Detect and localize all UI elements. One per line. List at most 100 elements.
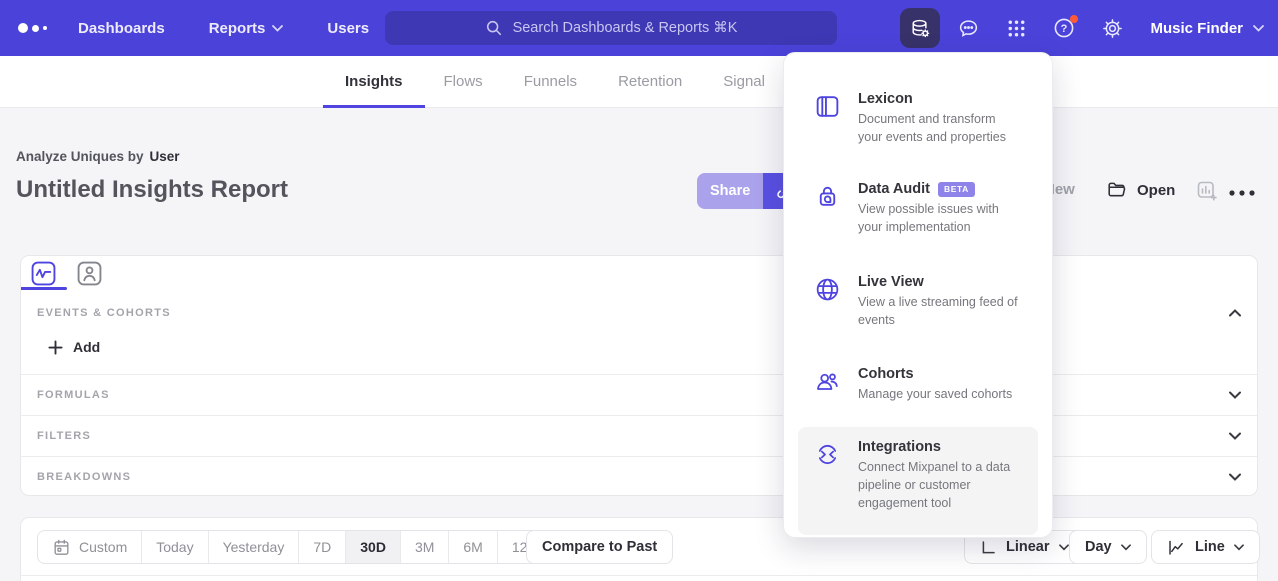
nav-reports[interactable]: Reports xyxy=(209,20,284,37)
section-formulas[interactable]: FORMULAS xyxy=(21,374,1257,415)
search-icon xyxy=(485,19,503,37)
section-breakdowns[interactable]: BREAKDOWNS xyxy=(21,456,1257,497)
tab-retention[interactable]: Retention xyxy=(618,56,682,108)
search-placeholder: Search Dashboards & Reports ⌘K xyxy=(513,20,738,36)
analyze-value[interactable]: User xyxy=(150,149,180,164)
feedback-button[interactable] xyxy=(948,8,988,48)
data-management-button[interactable] xyxy=(900,8,940,48)
analyze-line: Analyze Uniques by User xyxy=(16,149,180,164)
formulas-header: FORMULAS xyxy=(37,389,110,401)
add-label: Add xyxy=(73,339,100,355)
chat-bubble-icon xyxy=(957,17,980,40)
chevron-down-icon xyxy=(272,25,283,32)
svg-text:?: ? xyxy=(1061,23,1068,35)
beta-badge: BETA xyxy=(938,182,975,197)
daterange-label: Custom xyxy=(79,539,127,555)
date-range-segmented-control: Custom Today Yesterday 7D 30D 3M 6M 12M xyxy=(37,530,554,564)
apps-grid-icon xyxy=(1005,17,1028,40)
daterange-30d[interactable]: 30D xyxy=(345,531,400,563)
ellipsis-icon xyxy=(1228,189,1256,197)
menu-item-title: Cohorts xyxy=(858,366,914,382)
folder-icon xyxy=(1106,179,1128,201)
breakdowns-header: BREAKDOWNS xyxy=(37,471,131,483)
interval-label: Day xyxy=(1085,539,1112,555)
top-nav: Dashboards Reports Users Search Dashboar… xyxy=(0,0,1278,56)
search-input[interactable]: Search Dashboards & Reports ⌘K xyxy=(385,11,837,45)
daterange-custom[interactable]: Custom xyxy=(38,531,141,563)
pulse-chart-icon xyxy=(31,261,56,286)
menu-item-title: Data Audit xyxy=(858,181,930,197)
menu-item-desc: Manage your saved cohorts xyxy=(858,386,1012,404)
chevron-down-icon xyxy=(1059,544,1069,551)
menu-item-data-audit[interactable]: Data Audit BETA View possible issues with… xyxy=(798,169,1038,249)
menu-item-integrations[interactable]: Integrations Connect Mixpanel to a data … xyxy=(798,427,1038,535)
nav-right-cluster: ? Music Finder xyxy=(900,8,1264,48)
chart-type-label: Line xyxy=(1195,539,1225,555)
chevron-down-icon xyxy=(1253,25,1264,32)
menu-item-desc: Connect Mixpanel to a data pipeline or c… xyxy=(858,459,1022,512)
query-builder-card: EVENTS & COHORTS Add FORMULAS FILTERS BR… xyxy=(20,255,1258,496)
menu-item-desc: View possible issues with your implement… xyxy=(858,201,1022,237)
daterange-yesterday[interactable]: Yesterday xyxy=(208,531,299,563)
daterange-3m[interactable]: 3M xyxy=(400,531,448,563)
cohorts-icon xyxy=(814,366,842,404)
person-icon xyxy=(77,261,102,286)
lexicon-icon xyxy=(814,91,842,147)
database-gear-icon xyxy=(909,17,932,40)
compare-to-past-button[interactable]: Compare to Past xyxy=(526,530,673,564)
daterange-today[interactable]: Today xyxy=(141,531,207,563)
add-to-dashboard-button[interactable] xyxy=(1195,179,1219,208)
report-tabbar: Insights Flows Funnels Retention Signal … xyxy=(0,56,1278,108)
more-options-button[interactable] xyxy=(1228,184,1256,202)
active-tab-underline xyxy=(21,287,67,290)
analyze-label: Analyze Uniques by xyxy=(16,149,144,164)
open-button[interactable]: Open xyxy=(1106,179,1175,201)
daterange-6m[interactable]: 6M xyxy=(448,531,496,563)
add-event-button[interactable]: Add xyxy=(48,339,100,355)
tab-profiles-builder[interactable] xyxy=(77,261,102,291)
chevron-down-icon xyxy=(1234,544,1244,551)
open-label: Open xyxy=(1137,182,1175,199)
tab-funnels[interactable]: Funnels xyxy=(524,56,577,108)
chart-controls-card: Custom Today Yesterday 7D 30D 3M 6M 12M … xyxy=(20,517,1258,581)
project-name: Music Finder xyxy=(1150,20,1243,37)
nav-users[interactable]: Users xyxy=(327,20,369,37)
menu-item-title: Lexicon xyxy=(858,91,913,107)
tab-insights[interactable]: Insights xyxy=(345,56,403,108)
menu-item-lexicon[interactable]: Lexicon Document and transform your even… xyxy=(798,79,1038,159)
settings-button[interactable] xyxy=(1092,8,1132,48)
bottombar-divider xyxy=(21,575,1257,576)
menu-item-desc: Document and transform your events and p… xyxy=(858,111,1022,147)
apps-grid-button[interactable] xyxy=(996,8,1036,48)
menu-item-title: Live View xyxy=(858,274,924,290)
chevron-down-icon xyxy=(1121,544,1131,551)
daterange-7d[interactable]: 7D xyxy=(298,531,345,563)
project-selector[interactable]: Music Finder xyxy=(1150,20,1264,37)
menu-item-cohorts[interactable]: Cohorts Manage your saved cohorts xyxy=(798,354,1038,416)
data-management-dropdown: Lexicon Document and transform your even… xyxy=(783,52,1053,538)
help-button[interactable]: ? xyxy=(1044,8,1084,48)
tab-flows[interactable]: Flows xyxy=(444,56,483,108)
interval-dropdown[interactable]: Day xyxy=(1069,530,1147,564)
collapse-events-button[interactable] xyxy=(1229,304,1241,322)
chevron-up-icon xyxy=(1229,309,1241,317)
linear-axis-icon xyxy=(980,539,997,556)
live-view-icon xyxy=(814,274,842,330)
gear-icon xyxy=(1101,17,1124,40)
nav-links: Dashboards Reports Users xyxy=(78,20,369,37)
data-audit-icon xyxy=(814,181,842,237)
notification-dot xyxy=(1070,15,1078,23)
chevron-down-icon xyxy=(1229,473,1241,481)
page-title[interactable]: Untitled Insights Report xyxy=(16,176,288,204)
plus-icon xyxy=(48,340,63,355)
nav-dashboards[interactable]: Dashboards xyxy=(78,20,165,37)
chevron-down-icon xyxy=(1229,432,1241,440)
share-button[interactable]: Share xyxy=(697,173,763,209)
filters-header: FILTERS xyxy=(37,430,91,442)
chart-type-dropdown[interactable]: Line xyxy=(1151,530,1260,564)
tab-signal[interactable]: Signal xyxy=(723,56,765,108)
calendar-icon xyxy=(52,538,71,557)
mixpanel-logo-icon[interactable] xyxy=(18,23,52,33)
menu-item-live-view[interactable]: Live View View a live streaming feed of … xyxy=(798,262,1038,342)
section-filters[interactable]: FILTERS xyxy=(21,415,1257,456)
